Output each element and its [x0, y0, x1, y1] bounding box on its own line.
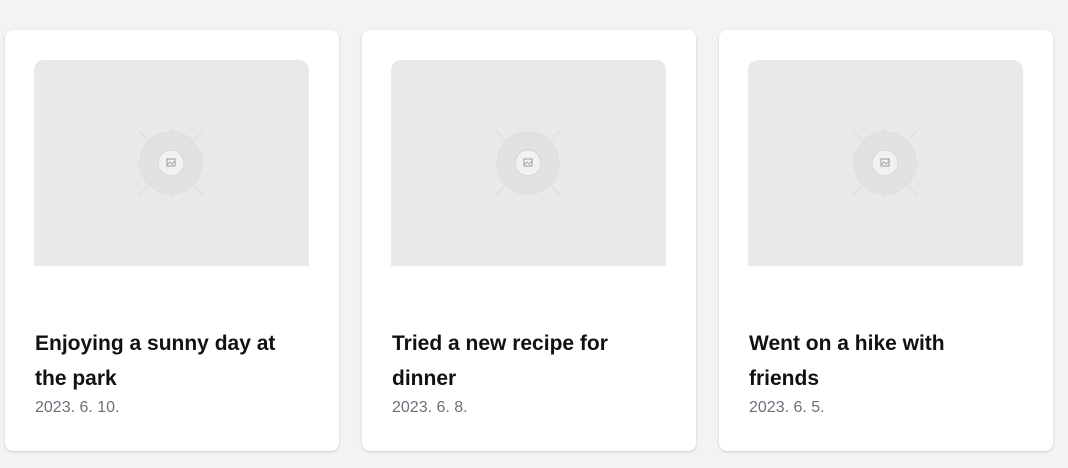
post-date: 2023. 6. 5.	[749, 399, 825, 416]
post-title[interactable]: Tried a new recipe for dinner	[392, 326, 662, 396]
post-date: 2023. 6. 8.	[392, 399, 468, 416]
post-card[interactable]: Tried a new recipe for dinner 2023. 6. 8…	[362, 30, 696, 451]
post-card[interactable]: Enjoying a sunny day at the park 2023. 6…	[5, 30, 339, 451]
image-placeholder-icon	[850, 128, 920, 198]
post-thumbnail[interactable]	[34, 60, 309, 266]
post-card[interactable]: Went on a hike with friends 2023. 6. 5.	[719, 30, 1053, 451]
image-placeholder-icon	[136, 128, 206, 198]
image-placeholder-icon	[493, 128, 563, 198]
post-title[interactable]: Enjoying a sunny day at the park	[35, 326, 305, 396]
post-thumbnail[interactable]	[391, 60, 666, 266]
post-thumbnail[interactable]	[748, 60, 1023, 266]
post-title[interactable]: Went on a hike with friends	[749, 326, 1019, 396]
post-date: 2023. 6. 10.	[35, 399, 120, 416]
